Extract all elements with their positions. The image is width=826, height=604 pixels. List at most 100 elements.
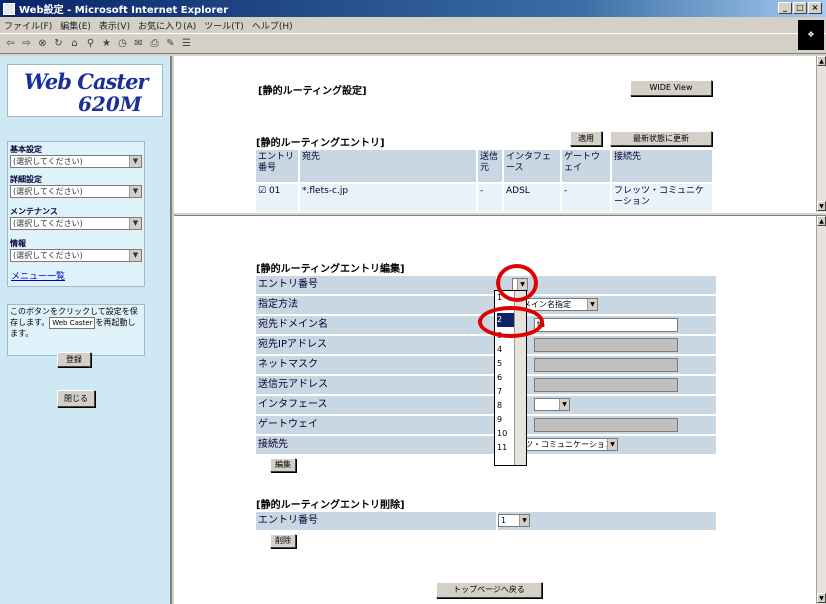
dropdown-option[interactable]: 4 <box>497 343 513 357</box>
apply-button[interactable]: 適用 <box>570 131 602 146</box>
favorites-icon[interactable]: ★ <box>100 37 113 50</box>
row-checkbox[interactable]: ☑ <box>258 186 266 196</box>
home-icon[interactable]: ⌂ <box>68 37 81 50</box>
nav-select-info[interactable]: (選択してください) ▼ <box>10 249 142 262</box>
menu-tools[interactable]: ツール(T) <box>204 19 244 32</box>
value-gateway <box>498 416 716 434</box>
netmask-input[interactable] <box>534 358 678 372</box>
nav-menu-box: 基本設定 (選択してください) ▼ 詳細設定 (選択してください) ▼ メンテナ… <box>7 141 145 287</box>
webcaster-logo: Web Caster 620M <box>7 64 163 117</box>
save-button[interactable]: 登録 <box>57 352 91 367</box>
dropdown-option[interactable]: 10 <box>497 427 513 441</box>
edit-page-icon[interactable]: ✎ <box>164 37 177 50</box>
col-header-entry-number: エントリ番号 <box>256 150 298 182</box>
scroll-down-icon[interactable]: ▼ <box>817 201 826 211</box>
refresh-icon[interactable]: ↻ <box>52 37 65 50</box>
entry-section-title: [静的ルーティングエントリ] <box>256 138 385 149</box>
value-dest-ip <box>498 336 716 354</box>
table-row-source: - <box>478 184 502 212</box>
minimize-icon[interactable]: _ <box>778 2 792 14</box>
dropdown-option[interactable]: 6 <box>497 371 513 385</box>
bottom-frame-scrollbar[interactable]: ▲ ▼ <box>816 216 826 604</box>
label-dest-ip: 宛先IPアドレス <box>256 336 496 354</box>
chevron-down-icon: ▼ <box>129 218 141 229</box>
annotation-circle-option <box>478 306 544 338</box>
forward-icon[interactable]: ⇨ <box>20 37 33 50</box>
col-header-source: 送信元 <box>478 150 502 182</box>
print-icon[interactable]: ⎙ <box>148 37 161 50</box>
table-row-connection: フレッツ・コミュニケーション <box>612 184 712 212</box>
menu-edit[interactable]: 編集(E) <box>60 19 91 32</box>
edit-button[interactable]: 編集 <box>270 458 296 472</box>
chevron-down-icon: ▼ <box>587 299 597 310</box>
nav-select-basic[interactable]: (選択してください) ▼ <box>10 155 142 168</box>
table-row-interface: ADSL <box>504 184 560 212</box>
window-controls: _ □ × <box>778 2 822 14</box>
label-source-addr: 送信元アドレス <box>256 376 496 394</box>
wide-view-button[interactable]: WIDE View <box>630 80 712 96</box>
nav-select-maintenance[interactable]: (選択してください) ▼ <box>10 217 142 230</box>
nav-select-advanced[interactable]: (選択してください) ▼ <box>10 185 142 198</box>
table-row-destination: *.flets-c.jp <box>300 184 476 212</box>
dropdown-option[interactable]: 5 <box>497 357 513 371</box>
maximize-icon[interactable]: □ <box>793 2 807 14</box>
chevron-down-icon: ▼ <box>519 515 529 526</box>
value-source-addr <box>498 376 716 394</box>
menu-help[interactable]: ヘルプ(H) <box>252 19 293 32</box>
nav-label-info: 情報 <box>10 239 26 248</box>
col-header-connection: 接続先 <box>612 150 712 182</box>
edit-section-title: [静的ルーティングエントリ編集] <box>256 264 405 275</box>
menubar: ファイル(F) 編集(E) 表示(V) お気に入り(A) ツール(T) ヘルプ(… <box>0 17 826 34</box>
top-frame-scrollbar[interactable]: ▲ ▼ <box>816 56 826 212</box>
discuss-icon[interactable]: ☰ <box>180 37 193 50</box>
label-gateway: ゲートウェイ <box>256 416 496 434</box>
delete-section-title: [静的ルーティングエントリ削除] <box>256 500 405 511</box>
search-icon[interactable]: ⚲ <box>84 37 97 50</box>
save-note: このボタンをクリックして設定を保存します。 Web Caster を再起動します。 <box>7 304 145 356</box>
label-connection: 接続先 <box>256 436 496 454</box>
value-netmask <box>498 356 716 374</box>
scroll-up-icon[interactable]: ▲ <box>817 56 826 66</box>
window-title: Web設定 - Microsoft Internet Explorer <box>19 5 229 16</box>
delete-entry-select[interactable]: 1 ▼ <box>498 514 530 527</box>
value-delete-entry-number: 1 ▼ <box>498 512 716 530</box>
menu-favorites[interactable]: お気に入り(A) <box>138 19 196 32</box>
close-icon[interactable]: × <box>808 2 822 14</box>
scroll-down-icon[interactable]: ▼ <box>817 593 826 603</box>
dropdown-option[interactable]: 8 <box>497 399 513 413</box>
dest-domain-input[interactable]: ta <box>534 318 678 332</box>
stop-icon[interactable]: ⊗ <box>36 37 49 50</box>
dest-ip-input[interactable] <box>534 338 678 352</box>
delete-button[interactable]: 削除 <box>270 534 296 548</box>
divider <box>176 232 812 233</box>
label-spec-method: 指定方法 <box>256 296 496 314</box>
window-titlebar: Web設定 - Microsoft Internet Explorer _ □ … <box>0 0 826 17</box>
close-button[interactable]: 閉じる <box>57 390 95 407</box>
back-icon[interactable]: ⇦ <box>4 37 17 50</box>
table-row-gateway: - <box>562 184 610 212</box>
chevron-down-icon: ▼ <box>129 156 141 167</box>
frame-splitter[interactable] <box>174 212 826 216</box>
scroll-up-icon[interactable]: ▲ <box>817 216 826 226</box>
dropdown-option[interactable]: 11 <box>497 441 513 455</box>
divider <box>176 104 812 105</box>
label-delete-entry-number: エントリ番号 <box>256 512 496 530</box>
dropdown-option[interactable]: 7 <box>497 385 513 399</box>
menu-view[interactable]: 表示(V) <box>99 19 130 32</box>
interface-select[interactable]: ▼ <box>534 398 570 411</box>
gateway-input[interactable] <box>534 418 678 432</box>
dropdown-option[interactable]: 9 <box>497 413 513 427</box>
chevron-down-icon: ▼ <box>129 186 141 197</box>
chevron-down-icon: ▼ <box>607 439 617 450</box>
mail-icon[interactable]: ✉ <box>132 37 145 50</box>
menu-list-link[interactable]: メニュー一覧 <box>11 269 65 282</box>
ie-icon <box>3 2 15 15</box>
toolbar: ⇦ ⇨ ⊗ ↻ ⌂ ⚲ ★ ◷ ✉ ⎙ ✎ ☰ <box>0 34 826 54</box>
history-icon[interactable]: ◷ <box>116 37 129 50</box>
nav-label-maintenance: メンテナンス <box>10 207 58 216</box>
refresh-status-button[interactable]: 最新状態に更新 <box>610 131 712 146</box>
annotation-circle-select <box>496 264 538 302</box>
top-page-button[interactable]: トップページへ戻る <box>436 582 542 598</box>
source-addr-input[interactable] <box>534 378 678 392</box>
menu-file[interactable]: ファイル(F) <box>4 19 52 32</box>
